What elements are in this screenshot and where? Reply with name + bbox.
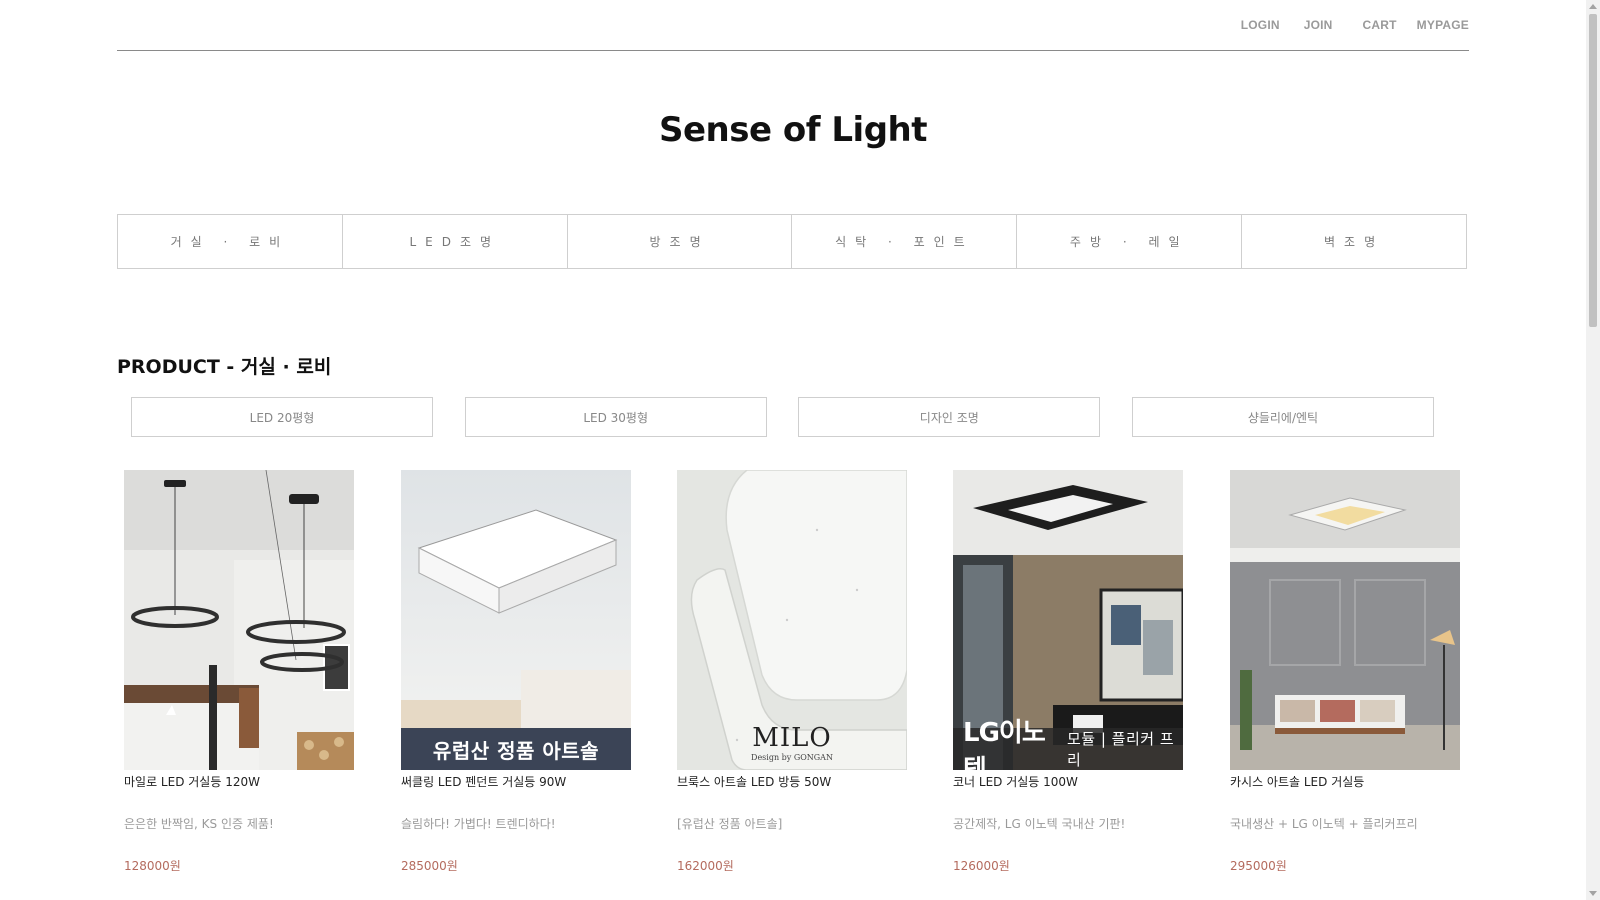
- category-dining-point[interactable]: 식탁 · 포인트: [792, 215, 1018, 268]
- scrollbar-thumb[interactable]: [1589, 14, 1597, 327]
- top-navigation: LOGIN JOIN CART MYPAGE: [117, 0, 1469, 51]
- square-ceiling-light-photo: [401, 470, 631, 770]
- brand-name: MILO: [752, 723, 832, 753]
- category-kitchen-rail[interactable]: 주방 · 레일: [1017, 215, 1243, 268]
- product-description: 국내생산 + LG 이노텍 + 플리커프리: [1230, 817, 1418, 831]
- product-name[interactable]: 브룩스 아트솔 LED 방등 50W: [677, 773, 907, 790]
- mypage-link[interactable]: MYPAGE: [1417, 18, 1469, 32]
- scroll-up-arrow-icon[interactable]: [1589, 4, 1597, 9]
- product-name[interactable]: 코너 LED 거실등 100W: [953, 773, 1183, 790]
- product-price: 162000원: [677, 859, 734, 873]
- product-description: 은은한 반짝임, KS 인증 제품!: [124, 817, 274, 831]
- scroll-down-arrow-icon[interactable]: [1589, 891, 1597, 896]
- subcategory-chandelier[interactable]: 샹들리에/엔틱: [1131, 397, 1434, 437]
- product-card[interactable]: 카시스 아트솔 LED 거실등 국내생산 + LG 이노텍 + 플리커프리 29…: [1230, 470, 1460, 874]
- login-link[interactable]: LOGIN: [1241, 18, 1280, 32]
- subcategory-design[interactable]: 디자인 조명: [798, 397, 1101, 437]
- living-room-ceiling-light-photo: [1230, 470, 1460, 770]
- promo-banner: LG이노텍 모듈 | 플리커 프리: [953, 718, 1183, 770]
- account-links: LOGIN JOIN CART MYPAGE: [1217, 18, 1469, 32]
- subcategory-buttons: LED 20평형 LED 30평형 디자인 조명 샹들리에/엔틱: [131, 397, 1434, 437]
- product-image[interactable]: [1230, 470, 1460, 770]
- promo-banner: 유럽산 정품 아트솔: [401, 728, 631, 770]
- product-price: 295000원: [1230, 859, 1287, 873]
- product-image[interactable]: [124, 470, 354, 770]
- product-price: 128000원: [124, 859, 181, 873]
- banner-text: 모듈 | 플리커 프리: [1066, 730, 1175, 769]
- product-name[interactable]: 마일로 LED 거실등 120W: [124, 773, 354, 790]
- product-price: 126000원: [953, 859, 1010, 873]
- product-image[interactable]: 유럽산 정품 아트솔: [401, 470, 631, 770]
- brand-subtitle: Design by GONGAN: [751, 753, 833, 762]
- product-image[interactable]: MILO Design by GONGAN: [677, 470, 907, 770]
- brand-logo: MILO Design by GONGAN: [677, 723, 907, 762]
- product-description: 슬림하다! 가볍다! 트렌디하다!: [401, 817, 556, 831]
- vertical-scrollbar[interactable]: [1586, 0, 1600, 900]
- page: LOGIN JOIN CART MYPAGE Sense of Light 거실…: [0, 0, 1586, 900]
- product-card[interactable]: 유럽산 정품 아트솔 써클링 LED 펜던트 거실등 90W 슬림하다! 가볍다…: [401, 470, 631, 874]
- product-name[interactable]: 카시스 아트솔 LED 거실등: [1230, 773, 1460, 790]
- category-led[interactable]: LED조명: [343, 215, 568, 268]
- product-price: 285000원: [401, 859, 458, 873]
- subcategory-led-30[interactable]: LED 30평형: [464, 397, 767, 437]
- product-grid: 마일로 LED 거실등 120W 은은한 반짝임, KS 인증 제품! 1280…: [124, 470, 1460, 900]
- pendant-ring-light-photo: [124, 470, 354, 770]
- product-description: [유럽산 정품 아트솔]: [677, 817, 783, 831]
- subcategory-led-20[interactable]: LED 20평형: [131, 397, 433, 437]
- join-link[interactable]: JOIN: [1304, 18, 1333, 32]
- section-title: PRODUCT - 거실 · 로비: [117, 356, 332, 378]
- category-wall[interactable]: 벽조명: [1242, 215, 1466, 268]
- product-card[interactable]: MILO Design by GONGAN 브룩스 아트솔 LED 방등 50W…: [677, 470, 907, 874]
- banner-brand: LG이노텍: [963, 718, 1046, 770]
- category-nav: 거실 · 로비 LED조명 방조명 식탁 · 포인트 주방 · 레일 벽조명: [117, 214, 1467, 269]
- site-title[interactable]: Sense of Light: [0, 110, 1586, 150]
- product-card[interactable]: 마일로 LED 거실등 120W 은은한 반짝임, KS 인증 제품! 1280…: [124, 470, 354, 874]
- product-image[interactable]: LG이노텍 모듈 | 플리커 프리: [953, 470, 1183, 770]
- category-living-lobby[interactable]: 거실 · 로비: [118, 215, 343, 268]
- cart-link[interactable]: CART: [1363, 18, 1397, 32]
- category-room[interactable]: 방조명: [568, 215, 793, 268]
- product-card[interactable]: LG이노텍 모듈 | 플리커 프리 코너 LED 거실등 100W 공간제작, …: [953, 470, 1183, 874]
- product-description: 공간제작, LG 이노텍 국내산 기판!: [953, 817, 1126, 831]
- product-name[interactable]: 써클링 LED 펜던트 거실등 90W: [401, 773, 631, 790]
